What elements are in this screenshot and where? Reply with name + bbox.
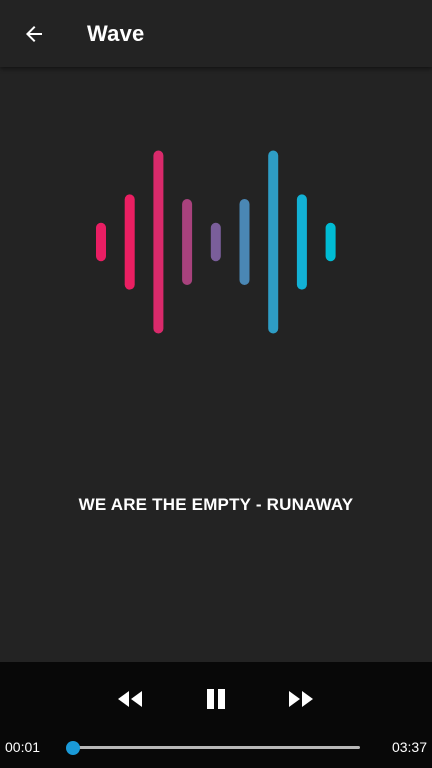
arrow-back-icon	[26, 26, 42, 42]
back-button[interactable]	[14, 14, 54, 54]
rewind-icon	[118, 691, 142, 707]
wave-bar	[268, 150, 279, 334]
wave-bar	[325, 222, 336, 262]
fast-forward-icon	[289, 691, 313, 707]
wave-bar	[210, 222, 221, 262]
wave-bar	[296, 194, 307, 290]
music-player-screen: Wave WE ARE THE EMPTY - RUNAWAY 00:01 03…	[0, 0, 432, 768]
pause-icon	[207, 689, 225, 709]
total-time: 03:37	[391, 739, 427, 755]
wave-bar	[124, 194, 135, 290]
seek-track	[73, 746, 360, 749]
wave-bars	[96, 150, 336, 334]
app-bar: Wave	[0, 0, 432, 67]
seek-thumb[interactable]	[66, 741, 80, 755]
wave-visualizer	[0, 67, 432, 427]
wave-bar	[182, 199, 193, 285]
fast-forward-button[interactable]	[277, 680, 325, 718]
wave-bar	[153, 150, 164, 334]
track-title: WE ARE THE EMPTY - RUNAWAY	[78, 495, 354, 514]
page-title: Wave	[87, 21, 145, 46]
current-time: 00:01	[5, 739, 41, 755]
wave-bar	[96, 222, 106, 262]
seek-bar[interactable]	[66, 741, 360, 755]
player-controls: 00:01 03:37	[0, 662, 432, 768]
rewind-button[interactable]	[106, 680, 154, 718]
pause-button[interactable]	[192, 680, 240, 718]
wave-bar	[239, 199, 250, 285]
